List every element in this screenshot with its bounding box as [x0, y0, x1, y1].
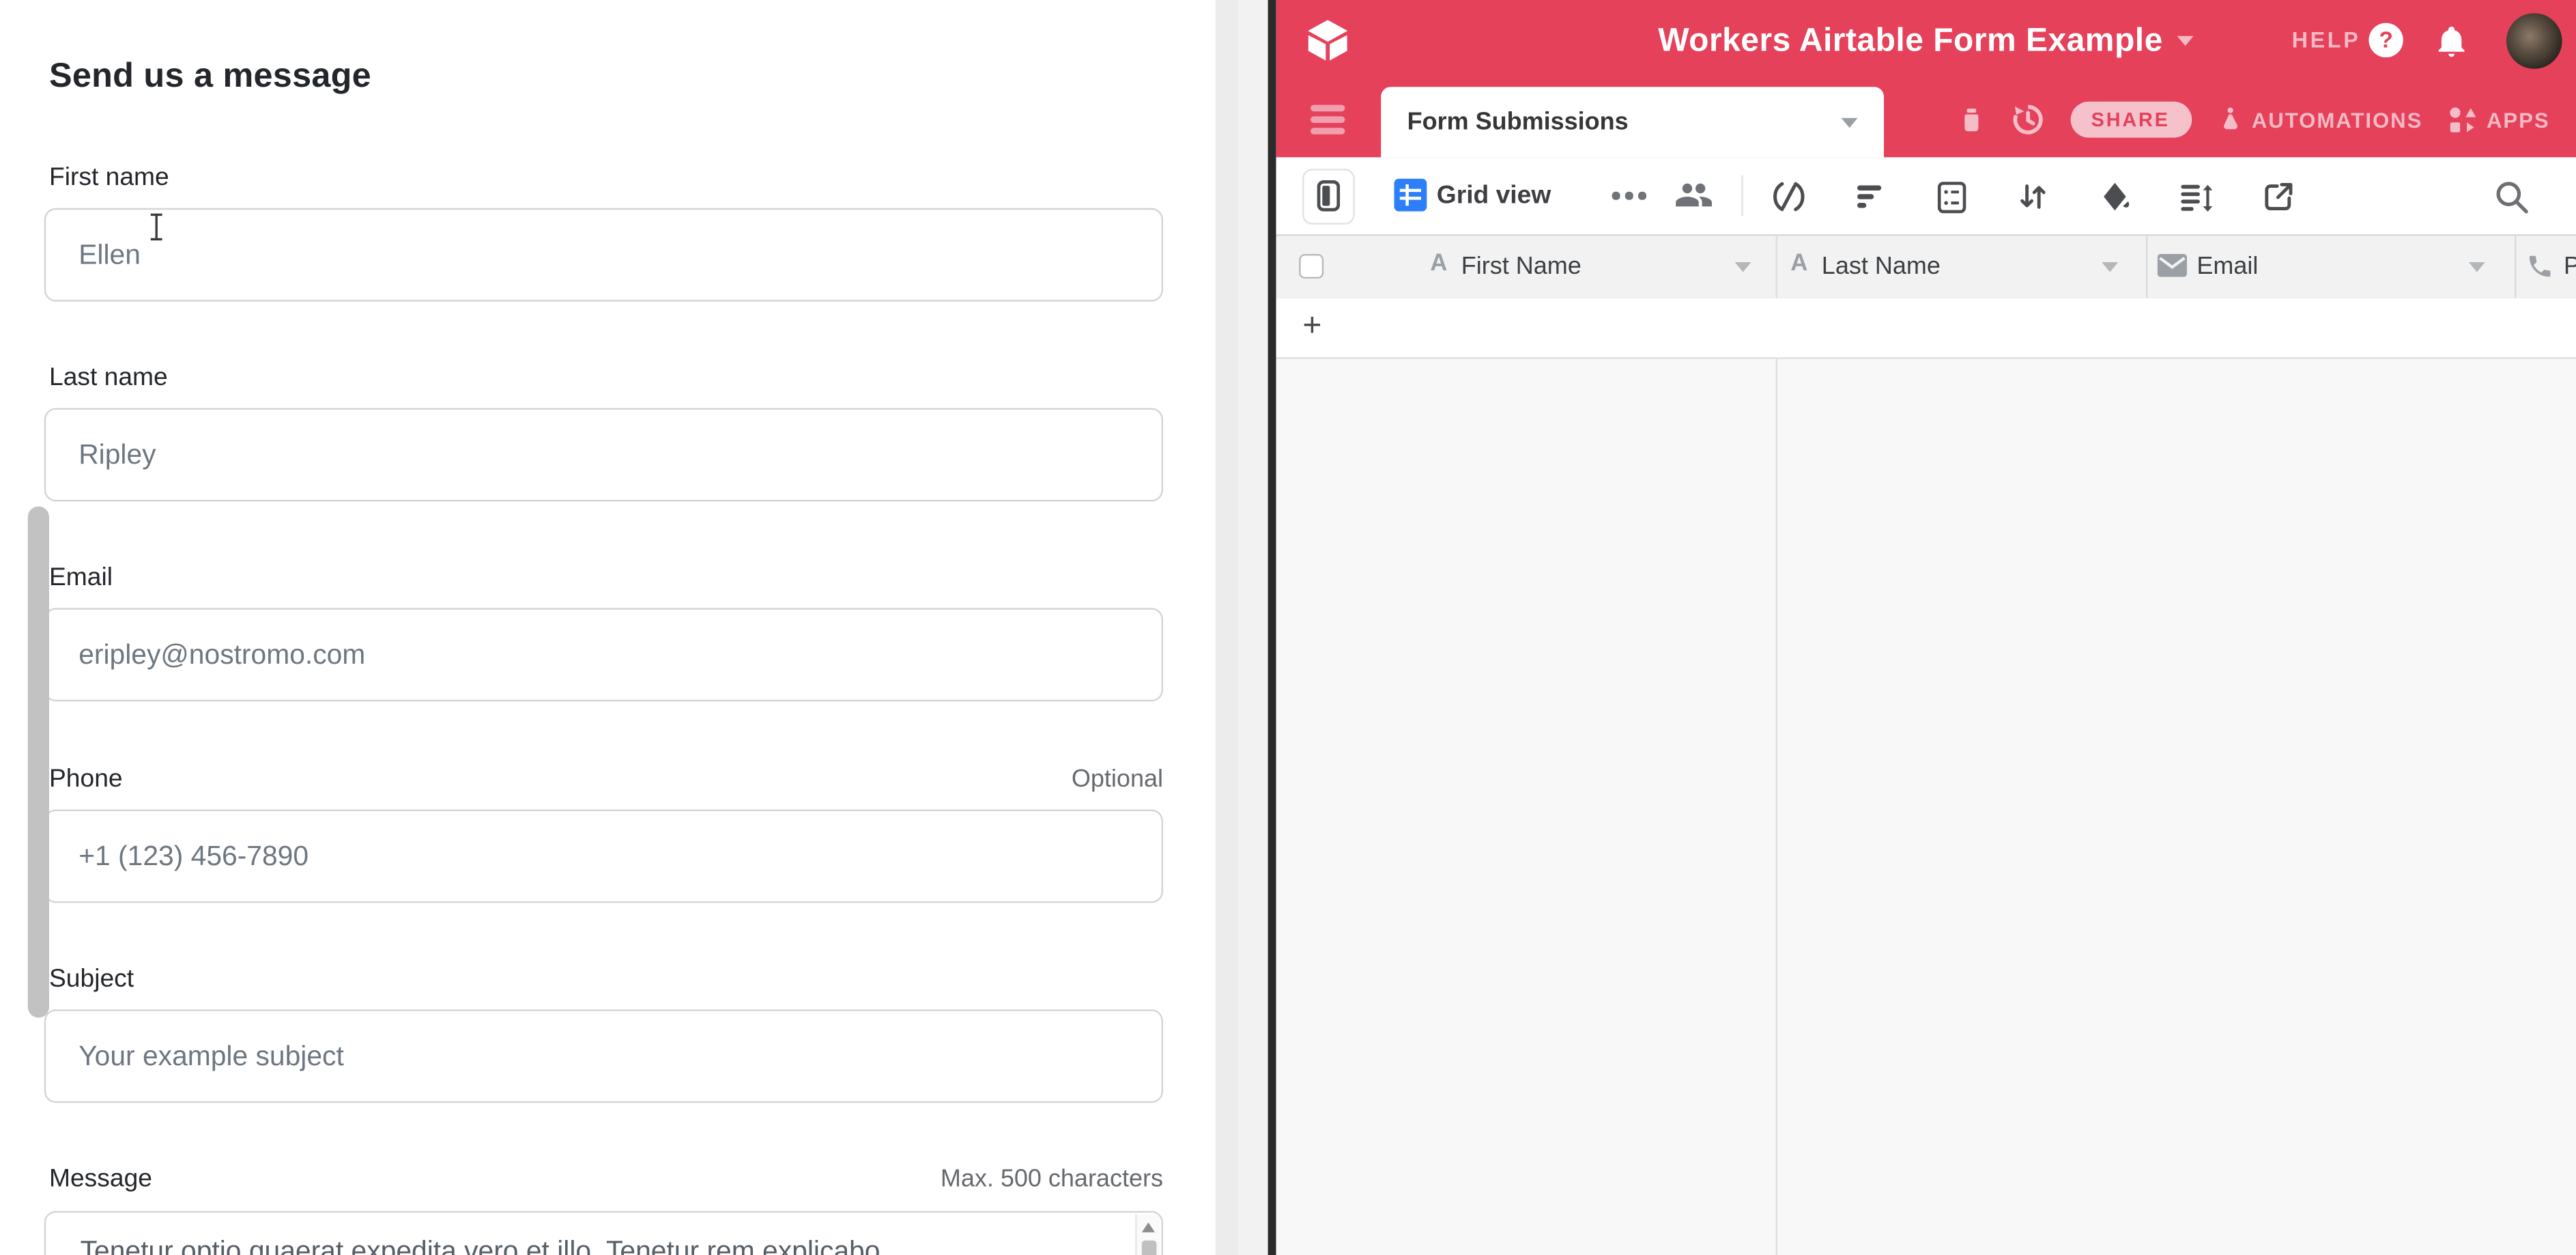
column-header-email[interactable]: Email: [2196, 251, 2258, 279]
column-caret-icon[interactable]: [1735, 262, 1751, 272]
grid-header-row: A First Name A Last Name Email P: [1276, 234, 2576, 300]
add-row-button[interactable]: +: [1276, 298, 2576, 359]
email-label: Email: [49, 564, 113, 593]
phone-label: Phone: [49, 765, 123, 795]
base-title: Workers Airtable Form Example: [1658, 22, 2163, 59]
last-name-label: Last name: [49, 364, 168, 393]
tab-form-submissions[interactable]: Form Submissions: [1381, 87, 1884, 157]
share-view-icon[interactable]: [2261, 178, 2297, 214]
select-all-checkbox[interactable]: [1299, 254, 1323, 279]
phone-optional-note: Optional: [1072, 765, 1163, 793]
view-toolbar: Grid view: [1276, 157, 2576, 236]
group-icon[interactable]: [1933, 178, 1969, 214]
view-sidebar-toggle-button[interactable]: [1302, 168, 1355, 224]
tab-label: Form Submissions: [1407, 87, 1629, 157]
help-question-icon[interactable]: ?: [2369, 23, 2403, 57]
tables-menu-icon[interactable]: [1311, 105, 1345, 141]
filter-icon[interactable]: [1852, 178, 1889, 214]
message-maxchars-note: Max. 500 characters: [941, 1165, 1163, 1193]
window-divider: [1267, 0, 1276, 1255]
share-button[interactable]: SHARE: [2070, 102, 2191, 138]
airtable-pane: Workers Airtable Form Example HELP ? For…: [1276, 0, 2576, 1255]
view-name[interactable]: Grid view: [1437, 157, 1551, 234]
email-field-type-icon: [2158, 254, 2187, 277]
plus-icon: +: [1296, 298, 1328, 356]
phone-input[interactable]: [44, 810, 1163, 903]
phone-field-type-icon: [2526, 253, 2554, 281]
page-scrollbar[interactable]: [1216, 0, 1268, 1255]
message-textarea[interactable]: Tenetur optio quaerat expedita vero et i…: [44, 1211, 1163, 1255]
column-header-first-name[interactable]: First Name: [1461, 251, 1582, 279]
textarea-scrollbar[interactable]: [1135, 1214, 1160, 1255]
text-field-type-icon: A: [1430, 251, 1447, 277]
base-actions: SHARE AUTOMATIONS APPS: [1957, 82, 2550, 157]
form-title: Send us a message: [49, 57, 371, 97]
help-button[interactable]: HELP: [2292, 28, 2361, 53]
color-icon[interactable]: [2097, 178, 2133, 214]
collaborators-icon[interactable]: [1674, 175, 1711, 212]
contact-form-pane: Send us a message First name Last name E…: [0, 0, 1216, 1255]
last-name-input[interactable]: [44, 408, 1163, 502]
column-caret-icon[interactable]: [2469, 262, 2485, 272]
airtable-topbar: Workers Airtable Form Example HELP ?: [1276, 0, 2576, 82]
apps-label: APPS: [2487, 107, 2550, 132]
textarea-scroll-thumb[interactable]: [1141, 1241, 1156, 1255]
column-header-phone[interactable]: P: [2564, 251, 2576, 279]
column-divider[interactable]: [2515, 236, 2516, 298]
page-scrollbar-thumb[interactable]: [27, 507, 48, 1018]
grid-view-icon[interactable]: [1394, 178, 1430, 214]
sidebar-toggle-icon: [1317, 180, 1341, 212]
automations-button[interactable]: AUTOMATIONS: [2216, 103, 2422, 136]
column-header-last-name[interactable]: Last Name: [1822, 251, 1941, 279]
column-divider[interactable]: [1776, 236, 1777, 1255]
search-icon[interactable]: [2493, 178, 2530, 214]
first-name-label: First name: [49, 164, 169, 193]
subject-label: Subject: [49, 965, 134, 995]
trash-icon[interactable]: [1957, 102, 1985, 138]
sort-icon[interactable]: [2015, 178, 2051, 214]
column-caret-icon[interactable]: [2102, 262, 2118, 272]
notifications-bell-icon[interactable]: [2434, 21, 2468, 61]
more-options-icon[interactable]: [1612, 192, 1646, 199]
scroll-up-arrow-icon[interactable]: [1142, 1222, 1155, 1232]
history-icon[interactable]: [2009, 102, 2046, 138]
text-cursor-ibeam: [147, 213, 165, 241]
toolbar-divider: [1741, 175, 1743, 216]
automations-label: AUTOMATIONS: [2252, 107, 2423, 132]
text-field-type-icon: A: [1790, 251, 1807, 277]
email-input[interactable]: [44, 608, 1163, 701]
hide-fields-icon[interactable]: [1771, 178, 1807, 214]
tab-caret-icon: [1842, 118, 1858, 128]
column-divider[interactable]: [2146, 236, 2147, 298]
apps-button[interactable]: APPS: [2447, 104, 2549, 135]
first-name-input[interactable]: [44, 208, 1163, 302]
subject-input[interactable]: [44, 1009, 1163, 1103]
apps-icon: [2447, 104, 2478, 135]
airtable-tabbar: Form Submissions SHARE: [1276, 82, 2576, 157]
user-avatar[interactable]: [2506, 13, 2562, 69]
row-height-icon[interactable]: [2177, 178, 2214, 214]
message-label: Message: [49, 1165, 152, 1194]
message-text: Tenetur optio quaerat expedita vero et i…: [81, 1236, 1113, 1255]
automations-icon: [2216, 103, 2244, 136]
screen: Send us a message First name Last name E…: [0, 0, 2576, 1255]
page-scrollbar-track[interactable]: [1238, 0, 1267, 1255]
base-title-caret-icon: [2177, 36, 2194, 46]
